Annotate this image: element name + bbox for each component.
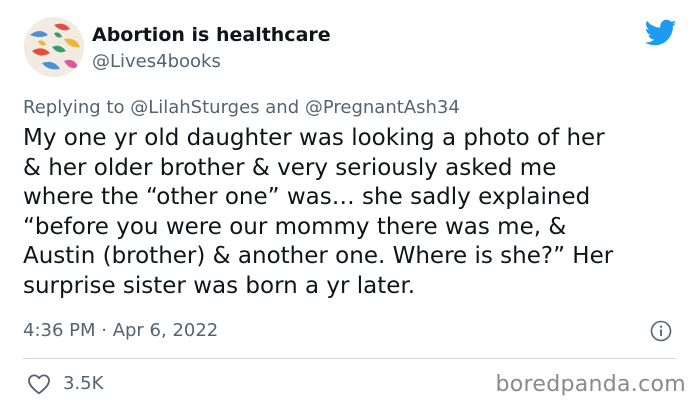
replying-prefix: Replying to — [23, 97, 131, 118]
tweet-timestamp[interactable]: 4:36 PM · Apr 6, 2022 — [23, 320, 218, 341]
tweet-text: My one yr old daughter was looking a pho… — [23, 125, 614, 299]
author-handle[interactable]: @Lives4books — [92, 51, 221, 72]
mention-link[interactable]: @LilahSturges — [130, 97, 259, 118]
avatar[interactable] — [24, 17, 84, 77]
divider — [23, 358, 676, 359]
heart-icon[interactable] — [27, 373, 51, 395]
mention-link[interactable]: @PregnantAsh34 — [305, 97, 460, 118]
replying-to: Replying to @LilahSturges and @PregnantA… — [23, 97, 460, 118]
watermark-text: boredpanda.com — [495, 372, 686, 397]
info-icon[interactable] — [650, 320, 672, 342]
like-count: 3.5K — [63, 373, 104, 394]
avatar-image — [24, 17, 84, 77]
twitter-bird-icon[interactable] — [645, 19, 677, 47]
replying-joiner: and — [259, 97, 305, 118]
author-display-name[interactable]: Abortion is healthcare — [92, 24, 331, 46]
